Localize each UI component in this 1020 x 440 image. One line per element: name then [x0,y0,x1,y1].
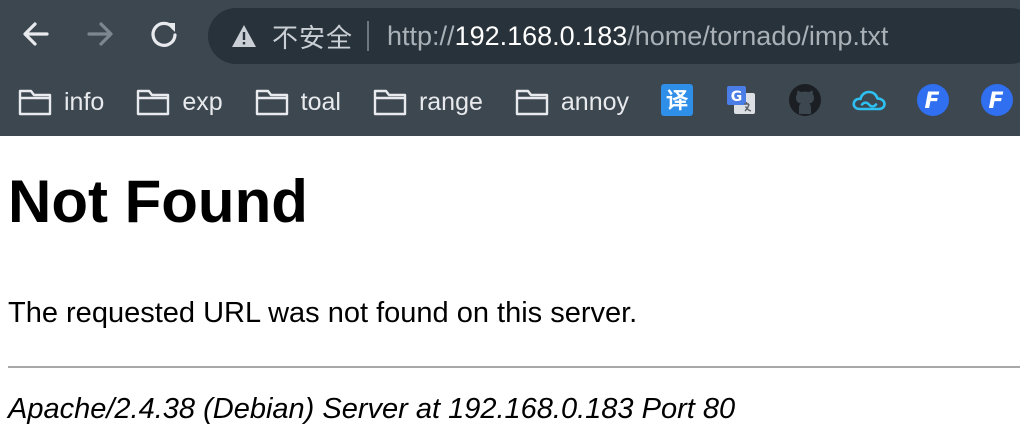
f-app-glyph: F [925,89,940,114]
bookmark-folder-toal[interactable]: toal [255,80,341,124]
divider [8,366,1020,368]
folder-icon [255,88,289,116]
address-separator [367,21,370,51]
bookmark-folder-range[interactable]: range [373,80,483,124]
bookmarks-bar: info exp toal range annoy 译 G F F [0,74,1015,130]
translate-icon: 译 [661,83,694,121]
google-translate-icon: G [725,84,757,121]
bookmark-label: info [64,87,105,116]
address-bar[interactable]: 不安全 http://192.168.0.183/home/tornado/im… [208,8,1020,64]
f-app-glyph: F [989,89,1004,114]
folder-icon [515,88,549,116]
bookmark-f-app-2[interactable]: F [979,83,1015,122]
page-title: Not Found [8,168,308,235]
bookmark-folder-info[interactable]: info [18,80,104,124]
arrow-right-icon [85,19,115,54]
security-label[interactable]: 不安全 [272,18,353,55]
f-app-icon: F [980,83,1014,122]
back-button[interactable] [16,16,56,56]
browser-toolbar: 不安全 http://192.168.0.183/home/tornado/im… [0,0,1020,70]
reload-icon [149,19,179,54]
google-translate-glyph: G [731,89,743,105]
cloud-icon [851,87,887,118]
url-path: /home/tornado/imp.txt [627,20,889,51]
translate-glyph: 译 [666,89,689,114]
bookmark-label: range [418,87,483,116]
bookmark-f-app[interactable]: F [915,83,951,122]
url-scheme: http:// [387,20,455,51]
f-app-icon: F [916,83,950,122]
bookmark-label: toal [300,87,341,116]
bookmark-folder-annoy[interactable]: annoy [515,80,629,124]
bookmark-label: exp [182,87,223,116]
folder-icon [136,88,170,116]
url-text[interactable]: http://192.168.0.183/home/tornado/imp.tx… [387,21,888,52]
server-signature: Apache/2.4.38 (Debian) Server at 192.168… [8,393,736,425]
arrow-left-icon [21,19,51,54]
bookmark-cloud[interactable] [851,84,887,120]
folder-icon [18,88,52,116]
bookmark-github[interactable] [787,83,823,122]
bookmark-folder-exp[interactable]: exp [136,80,223,124]
folder-icon [373,88,407,116]
bookmark-google-translate[interactable]: G [723,84,759,120]
page-content: Not Found The requested URL was not foun… [0,166,1020,426]
forward-button[interactable] [80,16,120,56]
browser-chrome: 不安全 http://192.168.0.183/home/tornado/im… [0,0,1020,136]
github-icon [788,83,822,122]
bookmark-label: annoy [560,87,630,116]
warning-triangle-icon[interactable] [230,22,258,50]
error-message: The requested URL was not found on this … [8,297,638,329]
reload-button[interactable] [144,16,184,56]
url-host: 192.168.0.183 [454,20,628,51]
bookmark-translate[interactable]: 译 [659,83,695,121]
